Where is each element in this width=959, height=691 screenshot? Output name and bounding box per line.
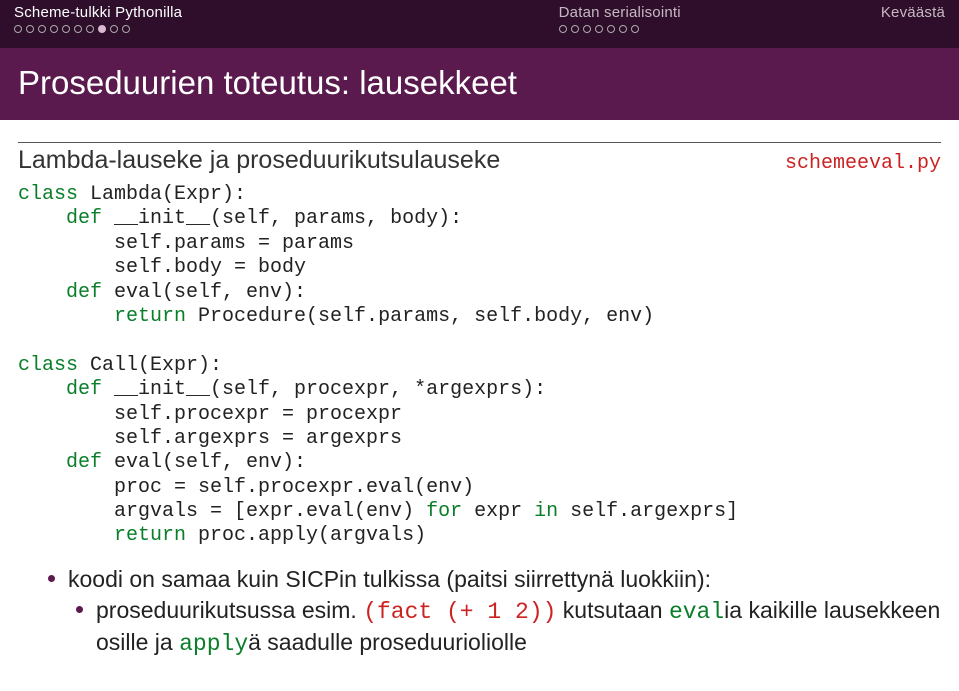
nav-label-3: Keväästä	[881, 4, 945, 21]
code-block-header: Lambda-lauseke ja proseduurikutsulauseke…	[18, 142, 941, 175]
nav-section-3[interactable]: Keväästä	[881, 4, 945, 48]
nav-label-1: Scheme-tulkki Pythonilla	[14, 4, 559, 21]
bullet-text: koodi on samaa kuin SICPin tulkissa (pai…	[68, 566, 711, 592]
code-inline: (fact (+ 1 2))	[363, 599, 556, 625]
slide-content: Lambda-lauseke ja proseduurikutsulauseke…	[0, 120, 959, 659]
code-listing: class Lambda(Expr): def __init__(self, p…	[18, 183, 941, 549]
nav-section-2[interactable]: Datan serialisointi	[559, 4, 681, 48]
code-inline: apply	[179, 631, 248, 657]
slide-title: Proseduurien toteutus: lausekkeet	[0, 48, 959, 120]
code-block-title: Lambda-lauseke ja proseduurikutsulauseke	[18, 146, 785, 175]
code-inline: eval	[669, 599, 724, 625]
list-item: koodi on samaa kuin SICPin tulkissa (pai…	[48, 565, 941, 594]
list-item: proseduurikutsussa esim. (fact (+ 1 2)) …	[76, 596, 941, 659]
bullet-list: koodi on samaa kuin SICPin tulkissa (pai…	[18, 565, 941, 659]
nav-label-2: Datan serialisointi	[559, 4, 681, 21]
progress-dots-1	[14, 25, 559, 33]
bullet-text: proseduurikutsussa esim.	[96, 597, 363, 623]
code-block-filename: schemeeval.py	[785, 152, 941, 175]
progress-dots-2	[559, 25, 681, 33]
nav-section-1[interactable]: Scheme-tulkki Pythonilla	[14, 4, 559, 48]
header-nav: Scheme-tulkki Pythonilla Datan serialiso…	[0, 0, 959, 48]
